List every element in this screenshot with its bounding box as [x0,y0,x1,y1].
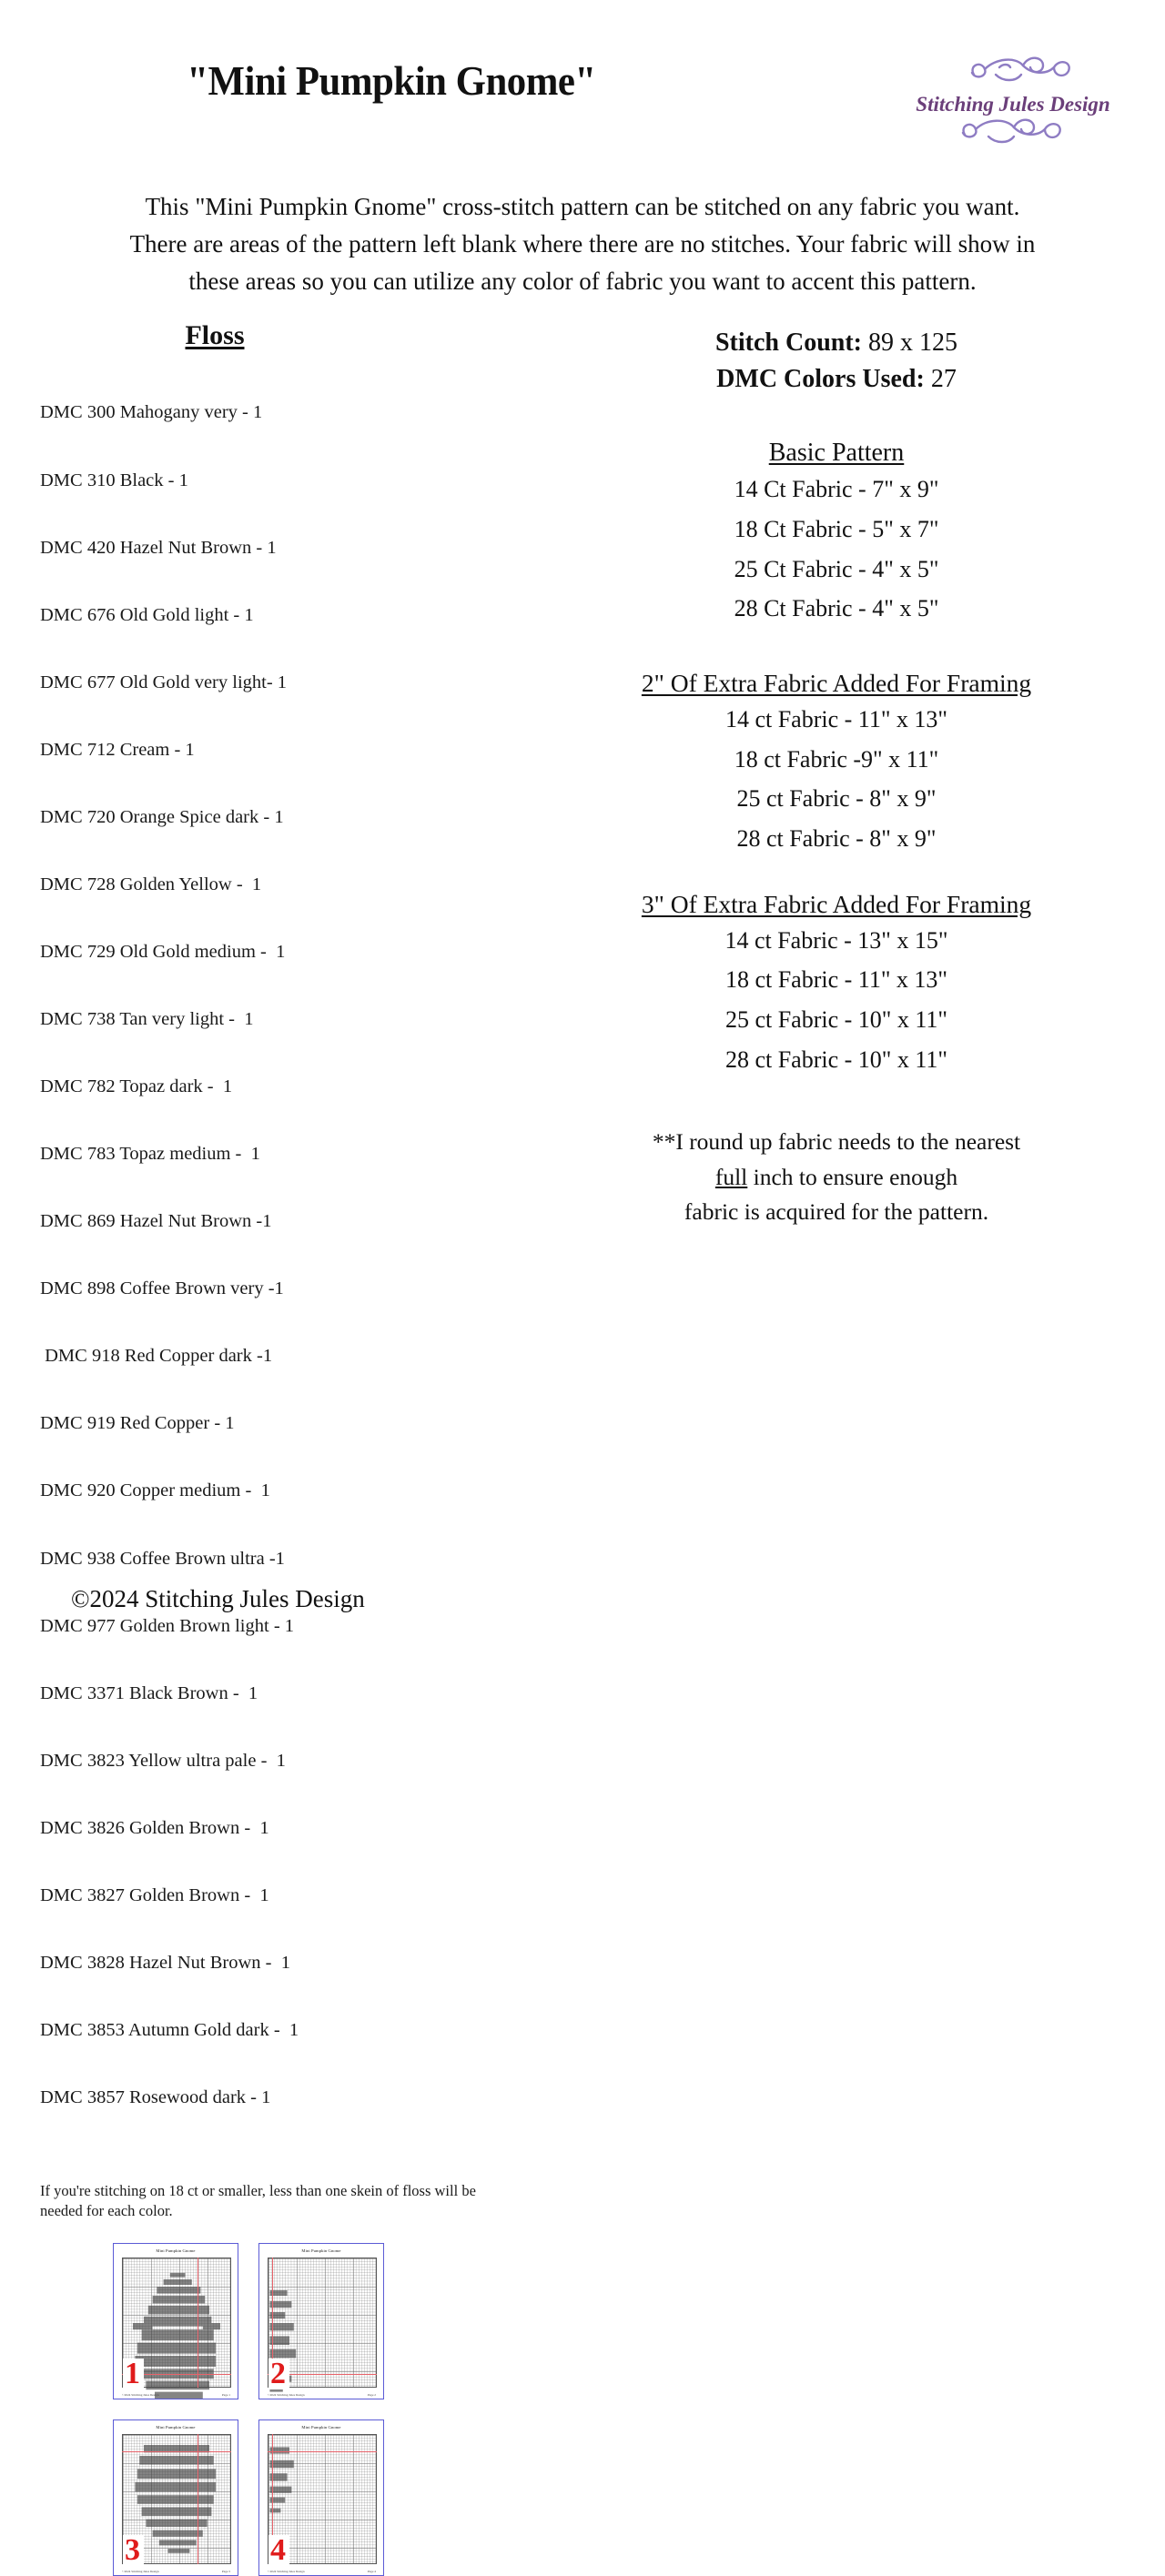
thumbnail-title: Mini Pumpkin Gnome [156,2248,196,2254]
chart-page-thumbnail[interactable]: Mini Pumpkin Gnome 4 ©2024 Stitching Jul… [258,2419,384,2576]
dmc-colors-label: DMC Colors Used: [716,365,925,394]
thumbnail-footer-left: ©2024 Stitching Jules Design [122,2393,159,2398]
list-item: DMC 3826 Golden Brown - 1 [40,1817,269,1838]
fabric-size-line: 25 ct Fabric - 8" x 9" [736,785,937,813]
flourish-top-icon [970,56,1070,82]
thumbnail-title: Mini Pumpkin Gnome [301,2248,341,2254]
rounding-note-line2: full inch to ensure enough [542,1160,1130,1195]
list-item: DMC 729 Old Gold medium - 1 [40,941,286,962]
floss-heading: Floss [185,320,245,351]
list-item: DMC 677 Old Gold very light- 1 [40,672,288,692]
list-item: DMC 783 Topaz medium - 1 [40,1144,260,1165]
list-item: DMC 310 Black - 1 [40,470,188,490]
list-item: DMC 920 Copper medium - 1 [40,1480,270,1501]
rounding-note-emphasis: full [714,1163,748,1190]
list-item: DMC 919 Red Copper - 1 [40,1413,235,1434]
fabric-size-line: 18 ct Fabric - 11" x 13" [724,966,948,994]
fabric-size-line: 25 ct Fabric - 10" x 11" [724,1005,948,1033]
stitch-count-line: Stitch Count: 89 x 125 [542,326,1130,360]
list-item: DMC 782 Topaz dark - 1 [40,1076,233,1097]
thumbnail-footer-right: Page 2 [367,2393,376,2398]
intro-paragraph: This "Mini Pumpkin Gnome" cross-stitch p… [129,193,1036,296]
stitch-count-label: Stitch Count: [714,328,862,358]
fabric-size-line: 28 ct Fabric - 8" x 9" [736,824,937,852]
fabric-size-line: 14 ct Fabric - 13" x 15" [724,926,948,954]
list-item: DMC 3827 Golden Brown - 1 [40,1884,269,1905]
rounding-note-line1: **I round up fabric needs to the nearest [652,1128,1021,1156]
thumbnail-footer-left: ©2024 Stitching Jules Design [268,2393,305,2398]
framing-3in-heading: 3" Of Extra Fabric Added For Framing [641,889,1032,918]
thumbnail-footer-left: ©2024 Stitching Jules Design [268,2570,305,2574]
page-title: "Mini Pumpkin Gnome" [187,57,596,104]
fabric-size-line: 25 Ct Fabric - 4" x 5" [734,555,939,582]
dmc-colors-value: 27 [930,365,957,394]
list-item: DMC 3823 Yellow ultra pale - 1 [40,1750,286,1771]
skein-note: If you're stitching on 18 ct or smaller,… [40,2182,476,2220]
list-item: DMC 728 Golden Yellow - 1 [40,874,262,894]
chart-page-thumbnail[interactable]: Mini Pumpkin Gnome 2 ©2024 Stitching Jul… [258,2243,384,2400]
list-item: DMC 918 Red Copper dark -1 [40,1346,273,1367]
logo-wordmark: Stitching Jules Design [916,93,1109,116]
thumbnail-footer-left: ©2024 Stitching Jules Design [122,2570,159,2574]
chart-page-thumbnail[interactable]: Mini Pumpkin Gnome 3 ©2024 Stitching Jul… [113,2419,238,2576]
thumbnail-footer-right: Page 4 [367,2570,376,2574]
list-item: DMC 3371 Black Brown - 1 [40,1682,258,1703]
thumbnail-page-number: 3 [123,2535,144,2567]
thumbnail-center-hline [122,2451,231,2453]
pattern-details-column: Stitch Count: 89 x 125 DMC Colors Used: … [542,326,1130,1229]
fabric-size-line: 18 ct Fabric -9" x 11" [734,745,939,773]
brand-logo: Stitching Jules Design [908,47,1118,157]
rounding-note-line3: fabric is acquired for the pattern. [684,1197,989,1225]
flourish-bottom-icon [961,118,1061,144]
framing-2in-heading: 2" Of Extra Fabric Added For Framing [641,668,1032,697]
thumbnail-title: Mini Pumpkin Gnome [156,2425,196,2430]
chart-thumbnails: Mini Pumpkin Gnome 1 ©2024 Stitching Jul… [113,2243,532,2576]
basic-pattern-heading: Basic Pattern [768,439,905,468]
list-item: DMC 898 Coffee Brown very -1 [40,1278,284,1299]
thumbnail-page-number: 4 [268,2535,289,2567]
fabric-size-line: 28 ct Fabric - 10" x 11" [724,1046,948,1073]
fabric-size-line: 14 Ct Fabric - 7" x 9" [734,476,939,503]
list-item: DMC 938 Coffee Brown ultra -1 [40,1548,285,1569]
rounding-note: **I round up fabric needs to the nearest… [542,1125,1130,1229]
thumbnail-page-number: 1 [123,2359,144,2390]
list-item: DMC 300 Mahogany very - 1 [40,402,263,423]
list-item: DMC 3857 Rosewood dark - 1 [40,2087,271,2108]
chart-page-thumbnail[interactable]: Mini Pumpkin Gnome 1 ©2024 Stitching Jul… [113,2243,238,2400]
thumbnail-footer-right: Page 1 [221,2393,230,2398]
fabric-size-line: 18 Ct Fabric - 5" x 7" [734,515,939,542]
fabric-size-line: 14 ct Fabric - 11" x 13" [724,705,948,732]
list-item: DMC 3828 Hazel Nut Brown - 1 [40,1952,291,1973]
list-item: DMC 720 Orange Spice dark - 1 [40,806,284,827]
thumbnail-page-number: 2 [268,2359,289,2390]
list-item: DMC 3853 Autumn Gold dark - 1 [40,2019,299,2040]
fabric-size-line: 28 Ct Fabric - 4" x 5" [734,595,939,622]
list-item: DMC 869 Hazel Nut Brown -1 [40,1211,272,1232]
thumbnail-title: Mini Pumpkin Gnome [301,2425,341,2430]
list-item: DMC 738 Tan very light - 1 [40,1009,254,1030]
floss-list: DMC 300 Mahogany very - 1 DMC 310 Black … [40,357,532,2154]
list-item: DMC 977 Golden Brown light - 1 [40,1615,295,1636]
dmc-colors-line: DMC Colors Used: 27 [542,362,1130,397]
stitch-count-value: 89 x 125 [868,328,957,358]
page-header: "Mini Pumpkin Gnome" Stitching Jules Des… [0,0,1165,168]
thumbnail-footer-right: Page 3 [221,2570,230,2574]
thumbnail-center-hline [268,2451,377,2453]
list-item: DMC 676 Old Gold light - 1 [40,604,254,625]
body-columns: Floss DMC 300 Mahogany very - 1 DMC 310 … [0,320,1165,2576]
rounding-note-line2-rest: inch to ensure enough [747,1163,958,1190]
list-item: DMC 712 Cream - 1 [40,739,195,760]
copyright-footer: ©2024 Stitching Jules Design [71,1585,365,1612]
floss-column: Floss DMC 300 Mahogany very - 1 DMC 310 … [40,320,532,2576]
list-item: DMC 420 Hazel Nut Brown - 1 [40,537,277,558]
